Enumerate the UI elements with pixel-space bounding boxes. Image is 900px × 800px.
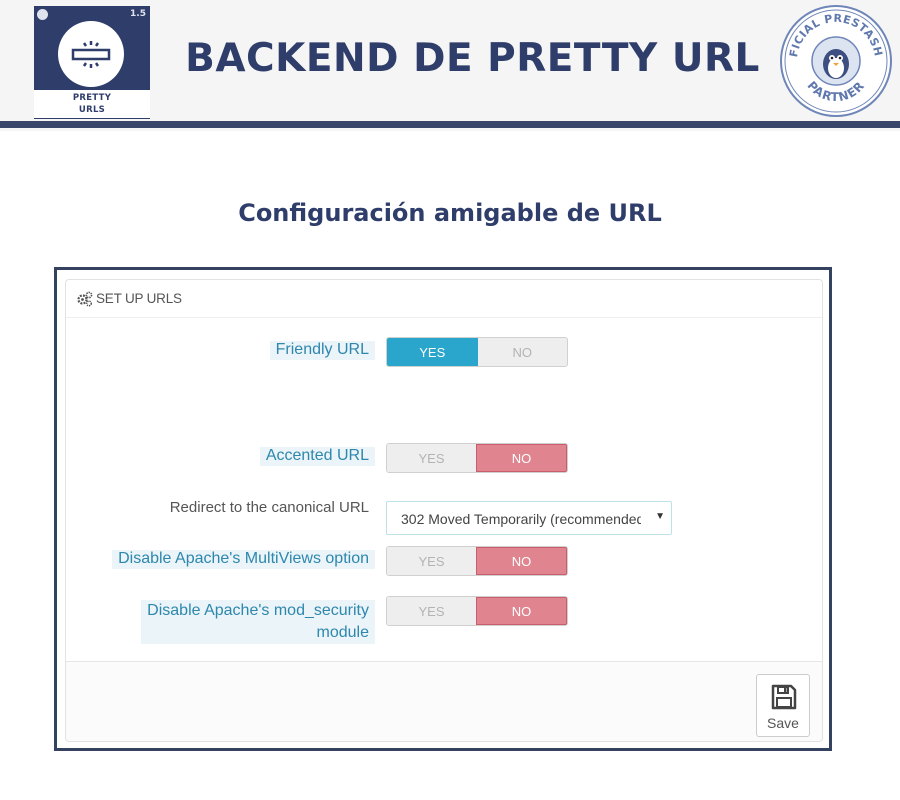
friendly-url-label: Friendly URL [269,341,375,360]
multiviews-yes[interactable]: YES [387,547,476,575]
multiviews-label-wrap: Disable Apache's MultiViews option [66,550,375,569]
save-button[interactable]: Save [756,674,810,737]
panel-header: SET UP URLS [66,280,822,318]
banner-title: BACKEND DE PRETTY URL [185,36,760,81]
mod-security-label: Disable Apache's mod_security module [141,600,375,644]
save-icon [771,684,797,710]
mod-security-label-line-2: module [316,624,369,641]
panel-title: SET UP URLS [96,291,182,306]
accented-url-label: Accented URL [259,447,375,466]
header-banner: 1.5 PRETTY URLS BACKEND DE PRETTY URL FI… [0,0,900,131]
accented-url-no[interactable]: NO [476,444,567,472]
accented-url-label-wrap: Accented URL [66,447,375,466]
screenshot-frame: SET UP URLS Friendly URL YES NO Accented… [54,267,832,751]
caret-down-icon: ▼ [655,511,665,522]
friendly-url-switch[interactable]: YES NO [386,337,568,367]
redirect-label-wrap: Redirect to the canonical URL [66,499,375,517]
mod-security-switch[interactable]: YES NO [386,596,568,626]
page-heading: Configuración amigable de URL [238,199,662,227]
setup-urls-panel: SET UP URLS Friendly URL YES NO Accented… [65,279,823,742]
accented-url-yes[interactable]: YES [387,444,476,472]
panel-footer: Save [66,661,822,741]
logo-label: PRETTY URLS [34,90,150,118]
version-badge: 1.5 [130,9,146,19]
redirect-canonical-value: 302 Moved Temporarily (recommended) [401,511,641,527]
friendly-url-yes[interactable]: YES [387,338,478,366]
accented-url-switch[interactable]: YES NO [386,443,568,473]
prestashop-icon [37,9,48,20]
logo-line-1: PRETTY [72,93,112,103]
friendly-url-no[interactable]: NO [477,338,567,366]
link-icon [58,21,124,87]
multiviews-switch[interactable]: YES NO [386,546,568,576]
mod-security-label-wrap: Disable Apache's mod_security module [66,600,375,644]
mod-security-label-line-1: Disable Apache's mod_security [147,602,369,619]
multiviews-no[interactable]: NO [476,547,567,575]
logo-line-2: URLS [78,105,106,115]
redirect-canonical-select[interactable]: 302 Moved Temporarily (recommended) ▼ [386,501,672,535]
cogs-icon [77,291,93,307]
banner-divider [0,121,900,128]
multiviews-label: Disable Apache's MultiViews option [112,550,375,569]
redirect-canonical-label: Redirect to the canonical URL [169,499,369,516]
official-prestashop-partner-seal: OFFICIAL PRESTASHOP PARTNER [774,0,893,118]
pretty-urls-logo: 1.5 PRETTY URLS [34,6,150,119]
save-label: Save [767,715,799,731]
mod-security-yes[interactable]: YES [387,597,476,625]
mod-security-no[interactable]: NO [476,597,567,625]
friendly-url-label-wrap: Friendly URL [66,341,375,360]
